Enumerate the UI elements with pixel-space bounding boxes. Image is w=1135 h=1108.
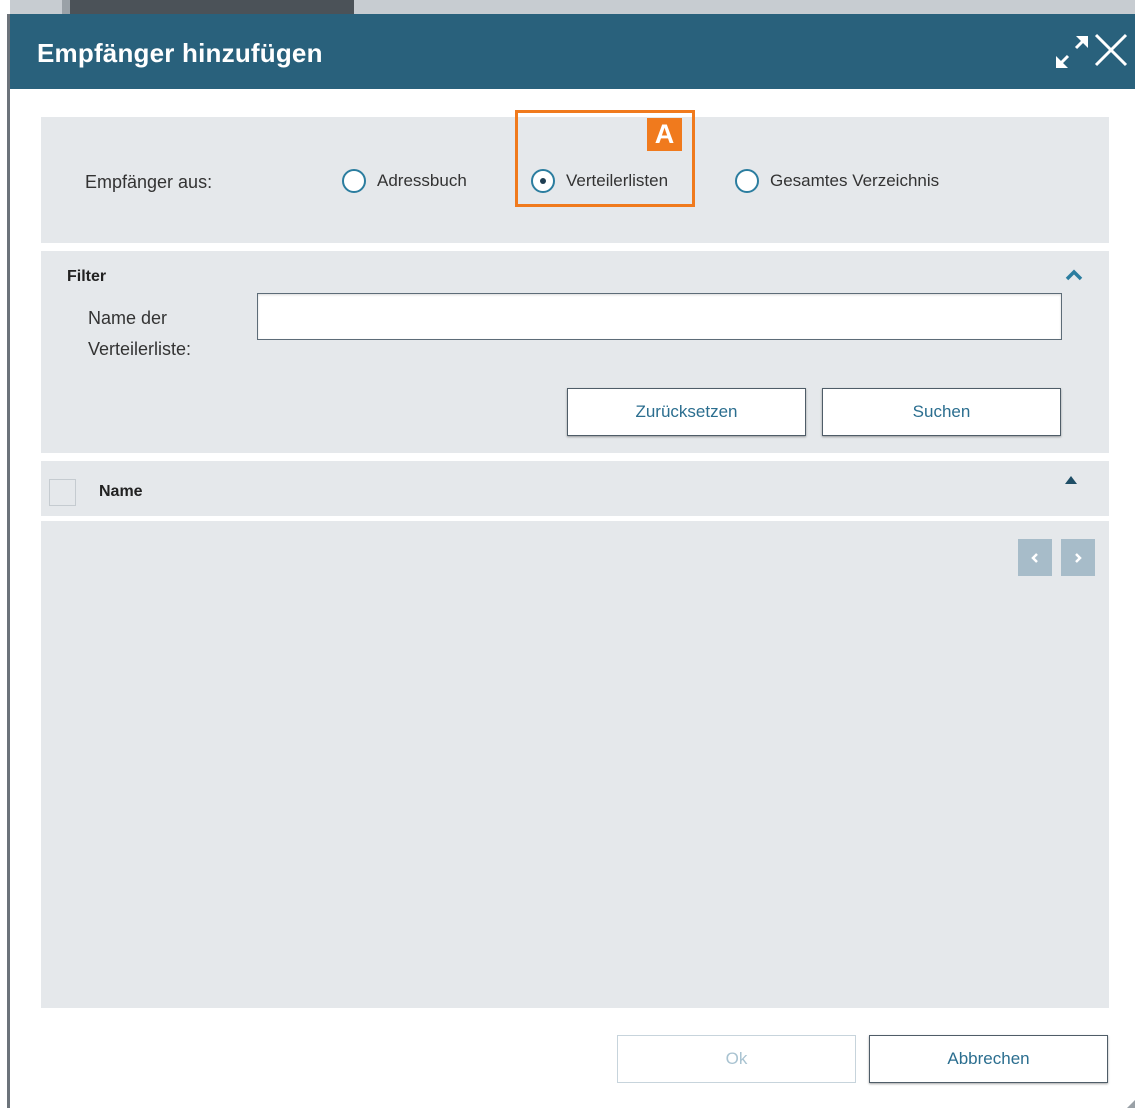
background-tab-edge xyxy=(62,0,70,14)
list-header: Name xyxy=(41,461,1109,516)
distribution-list-name-label: Name der Verteilerliste: xyxy=(88,303,191,365)
distribution-list-name-input[interactable] xyxy=(257,293,1062,340)
chevron-left-icon xyxy=(1031,552,1038,563)
radio-full-directory[interactable]: Gesamtes Verzeichnis xyxy=(735,169,939,193)
annotation-badge: A xyxy=(647,118,682,151)
add-recipient-dialog: Empfänger hinzufügen Empfänger aus: Adre… xyxy=(10,14,1135,1108)
search-button[interactable]: Suchen xyxy=(822,388,1061,436)
radio-addressbook-label: Adressbuch xyxy=(377,171,467,190)
filter-title: Filter xyxy=(67,268,107,285)
background-tab xyxy=(62,0,354,14)
dialog-titlebar: Empfänger hinzufügen xyxy=(10,14,1135,89)
previous-page-button[interactable] xyxy=(1018,539,1052,576)
resize-grip-icon[interactable] xyxy=(1125,1098,1135,1108)
field-label-line1: Name der xyxy=(88,308,168,328)
dialog-title: Empfänger hinzufügen xyxy=(37,38,323,68)
ok-button[interactable]: Ok xyxy=(617,1035,856,1083)
cancel-button[interactable]: Abbrechen xyxy=(869,1035,1108,1083)
filter-panel: Filter Name der Verteilerliste: Zurückse… xyxy=(41,251,1109,453)
radio-addressbook[interactable]: Adressbuch xyxy=(342,169,467,193)
radio-addressbook-circle[interactable] xyxy=(342,169,366,193)
recipient-source-panel: Empfänger aus: Adressbuch Verteilerliste… xyxy=(41,110,1109,243)
close-icon[interactable] xyxy=(1093,32,1129,68)
radio-full-directory-circle[interactable] xyxy=(735,169,759,193)
recipient-source-label: Empfänger aus: xyxy=(85,172,213,192)
radio-full-directory-label: Gesamtes Verzeichnis xyxy=(770,171,940,190)
field-label-line2: Verteilerliste: xyxy=(88,339,192,359)
next-page-button[interactable] xyxy=(1061,539,1095,576)
expand-icon[interactable] xyxy=(1052,32,1092,72)
annotation-highlight-box: A xyxy=(515,110,695,207)
select-all-checkbox[interactable] xyxy=(49,479,76,506)
reset-button[interactable]: Zurücksetzen xyxy=(567,388,806,436)
column-header-name[interactable]: Name xyxy=(99,483,143,501)
chevron-right-icon xyxy=(1075,552,1082,563)
chevron-up-icon[interactable] xyxy=(1064,267,1084,283)
sort-ascending-icon[interactable] xyxy=(1064,475,1078,485)
distribution-list-results xyxy=(41,521,1109,1008)
